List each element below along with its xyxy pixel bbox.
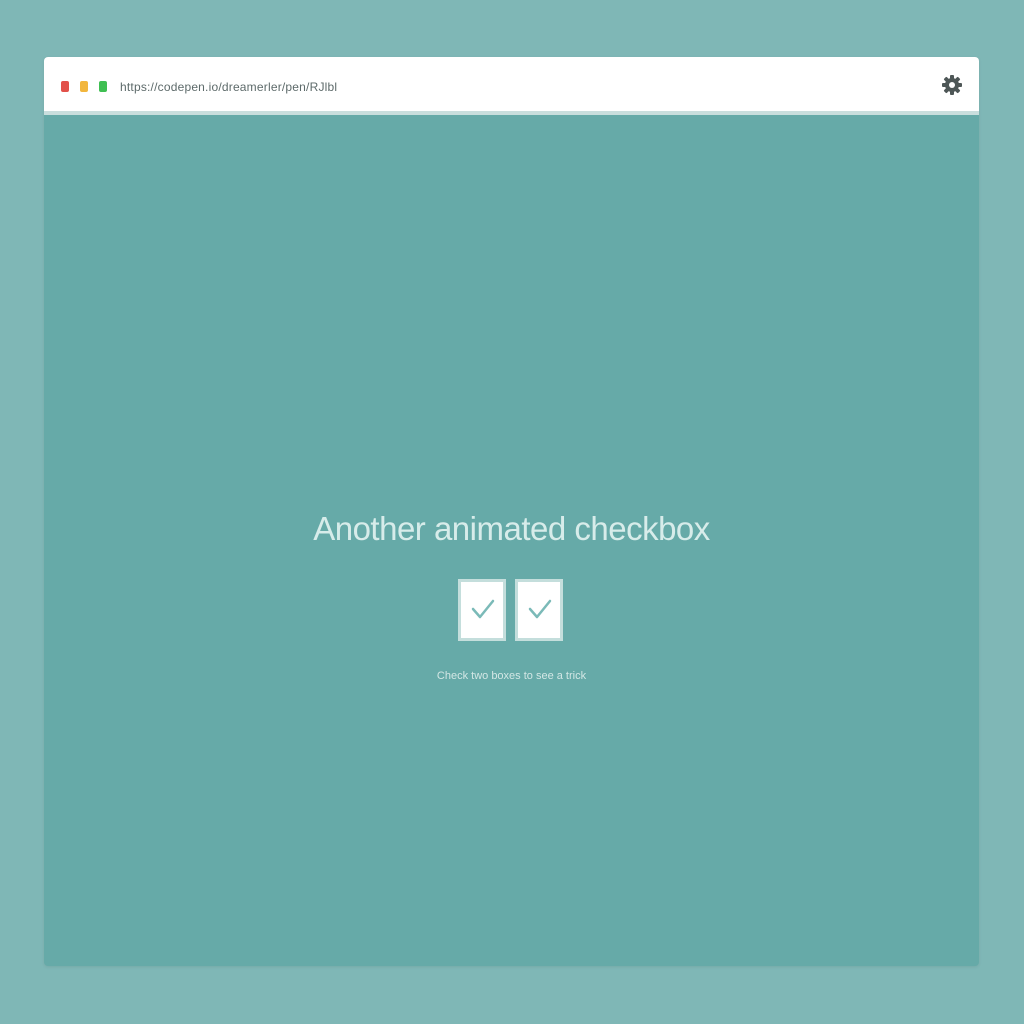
minimize-window-button[interactable]: [80, 81, 88, 92]
close-window-button[interactable]: [61, 81, 69, 92]
checkmark-icon: [471, 599, 495, 619]
checkbox-2[interactable]: [515, 579, 563, 641]
page-content: Another animated checkbox Check two boxe…: [44, 115, 979, 966]
checkmark-icon: [528, 599, 552, 619]
address-bar[interactable]: https://codepen.io/dreamerler/pen/RJlbl: [120, 78, 337, 96]
page-title: Another animated checkbox: [313, 510, 710, 547]
hint-text: Check two boxes to see a trick: [436, 670, 587, 682]
checkbox-1[interactable]: [458, 579, 506, 641]
browser-window: https://codepen.io/dreamerler/pen/RJlbl …: [44, 57, 979, 966]
gear-icon[interactable]: [941, 74, 963, 96]
maximize-window-button[interactable]: [99, 81, 107, 92]
checkbox-group: [458, 579, 566, 641]
browser-toolbar: https://codepen.io/dreamerler/pen/RJlbl: [44, 57, 979, 115]
